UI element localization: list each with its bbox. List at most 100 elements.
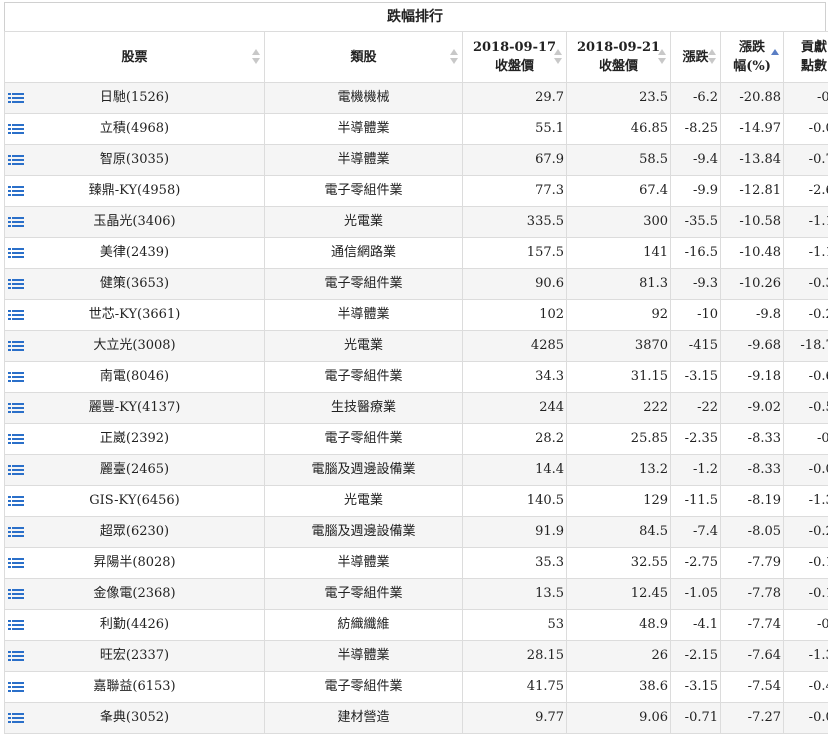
list-icon[interactable] <box>8 465 24 476</box>
cell-stock-name[interactable]: 玉晶光(3406) <box>3 206 266 238</box>
cell-text: -7.54 <box>747 679 782 694</box>
cell-stock-name[interactable]: 日馳(1526) <box>3 82 266 114</box>
table-row[interactable]: GIS-KY(6456) 光電業 140.5 129 -11.5 -8.19 -1.32 <box>3 485 828 517</box>
list-icon[interactable] <box>8 279 24 290</box>
list-icon[interactable] <box>8 217 24 228</box>
list-icon[interactable] <box>8 310 24 321</box>
table-row[interactable]: 利勤(4426) 紡織纖維 53 48.9 -4.1 -7.74 -0.2 <box>3 609 828 641</box>
list-icon[interactable] <box>8 558 24 569</box>
table-body: 日馳(1526) 電機機械 29.7 23.5 -6.2 -20.88 -0.1 立積(496… <box>3 82 828 734</box>
cell-stock-name[interactable]: 旺宏(2337) <box>3 640 266 672</box>
table-row[interactable]: 南電(8046) 電子零組件業 34.3 31.15 -3.15 -9.18 -0.69 <box>3 361 828 393</box>
list-icon[interactable] <box>8 124 24 135</box>
cell-stock-name[interactable]: 美律(2439) <box>3 237 266 269</box>
table-row[interactable]: 日馳(1526) 電機機械 29.7 23.5 -6.2 -20.88 -0.1 <box>3 82 828 114</box>
list-icon[interactable] <box>8 527 24 538</box>
list-icon[interactable] <box>8 248 24 259</box>
cell-stock-name[interactable]: 世芯-KY(3661) <box>3 299 266 331</box>
sort-arrows-icon[interactable] <box>771 49 780 65</box>
table-row[interactable]: 旺宏(2337) 半導體業 28.15 26 -2.15 -7.64 -1.34 <box>3 640 828 672</box>
column-header-change-pct[interactable]: 漲跌 幅(%) <box>720 31 785 83</box>
list-icon[interactable] <box>8 682 24 693</box>
cell-change-pct: -7.79 <box>720 547 785 579</box>
list-icon[interactable] <box>8 620 24 631</box>
cell-text: -10.26 <box>739 276 782 291</box>
table-row[interactable]: 立積(4968) 半導體業 55.1 46.85 -8.25 -14.97 -0.07 <box>3 113 828 145</box>
list-icon[interactable] <box>8 651 24 662</box>
table-row[interactable]: 智原(3035) 半導體業 67.9 58.5 -9.4 -13.84 -0.79 <box>3 144 828 176</box>
table-row[interactable]: 美律(2439) 通信網路業 157.5 141 -16.5 -10.48 -1.12 <box>3 237 828 269</box>
cell-stock-name[interactable]: 正崴(2392) <box>3 423 266 455</box>
cell-stock-name[interactable]: 智原(3035) <box>3 144 266 176</box>
column-header-change[interactable]: 漲跌 <box>670 31 722 83</box>
cell-stock-name[interactable]: 利勤(4426) <box>3 609 266 641</box>
cell-stock-name[interactable]: 南電(8046) <box>3 361 266 393</box>
cell-change-pct: -10.58 <box>720 206 785 238</box>
cell-text: 電子零組件業 <box>324 586 403 601</box>
cell-category: 半導體業 <box>264 113 464 145</box>
table-row[interactable]: 世芯-KY(3661) 半導體業 102 92 -10 -9.8 -0.21 <box>3 299 828 331</box>
sort-arrows-icon[interactable] <box>450 49 459 65</box>
cell-stock-name[interactable]: 立積(4968) <box>3 113 266 145</box>
cell-text: 35.3 <box>535 555 565 570</box>
column-header-contribution-points[interactable]: 貢獻 點數 <box>783 31 828 83</box>
sort-arrows-icon[interactable] <box>252 49 261 65</box>
table-row[interactable]: 健策(3653) 電子零組件業 90.6 81.3 -9.3 -10.26 -0.34 <box>3 268 828 300</box>
cell-close-0917: 244 <box>462 392 568 424</box>
cell-stock-name[interactable]: 夆典(3052) <box>3 702 266 734</box>
cell-text: -8.05 <box>747 524 782 539</box>
cell-stock-name[interactable]: 大立光(3008) <box>3 330 266 362</box>
header-row: 股票 類股 2018-09-17 收盤價 2018-09-21 收盤價 漲跌 漲跌 幅(%… <box>3 31 828 83</box>
table-row[interactable]: 正崴(2392) 電子零組件業 28.2 25.85 -2.35 -8.33 -0.4 <box>3 423 828 455</box>
list-icon[interactable] <box>8 434 24 445</box>
list-icon[interactable] <box>8 93 24 104</box>
table-row[interactable]: 夆典(3052) 建材營造 9.77 9.06 -0.71 -7.27 -0.06 <box>3 702 828 734</box>
cell-stock-name[interactable]: 嘉聯益(6153) <box>3 671 266 703</box>
cell-text: -3.15 <box>684 369 719 384</box>
cell-stock-name[interactable]: 健策(3653) <box>3 268 266 300</box>
sort-arrows-icon[interactable] <box>658 49 667 65</box>
column-header-close-0917[interactable]: 2018-09-17 收盤價 <box>462 31 568 83</box>
cell-text: 23.5 <box>639 90 669 105</box>
cell-text: 91.9 <box>535 524 565 539</box>
cell-stock-name[interactable]: 臻鼎-KY(4958) <box>3 175 266 207</box>
cell-text: 立積(4968) <box>99 121 170 136</box>
cell-text: -7.74 <box>747 617 782 632</box>
table-row[interactable]: 大立光(3008) 光電業 4285 3870 -415 -9.68 -18.77 <box>3 330 828 362</box>
list-icon[interactable] <box>8 155 24 166</box>
table-row[interactable]: 昇陽半(8028) 半導體業 35.3 32.55 -2.75 -7.79 -0.12 <box>3 547 828 579</box>
cell-text: 旺宏(2337) <box>99 648 170 663</box>
cell-stock-name[interactable]: 金像電(2368) <box>3 578 266 610</box>
table-row[interactable]: 超眾(6230) 電腦及週邊設備業 91.9 84.5 -7.4 -8.05 -0.21 <box>3 516 828 548</box>
column-header-label: 漲跌 幅(%) <box>733 40 771 74</box>
cell-text: -9.18 <box>747 369 782 384</box>
list-icon[interactable] <box>8 372 24 383</box>
sort-arrows-icon[interactable] <box>554 49 563 65</box>
list-icon[interactable] <box>8 341 24 352</box>
cell-stock-name[interactable]: 超眾(6230) <box>3 516 266 548</box>
cell-text: -3.15 <box>684 679 719 694</box>
cell-stock-name[interactable]: 麗豐-KY(4137) <box>3 392 266 424</box>
table-row[interactable]: 臻鼎-KY(4958) 電子零組件業 77.3 67.4 -9.9 -12.81 -2.68 <box>3 175 828 207</box>
table-row[interactable]: 金像電(2368) 電子零組件業 13.5 12.45 -1.05 -7.78 -0.19 <box>3 578 828 610</box>
table-row[interactable]: 麗臺(2465) 電腦及週邊設備業 14.4 13.2 -1.2 -8.33 -0.02 <box>3 454 828 486</box>
list-icon[interactable] <box>8 589 24 600</box>
list-icon[interactable] <box>8 186 24 197</box>
cell-text: -0.21 <box>808 307 828 322</box>
column-header-close-0921[interactable]: 2018-09-21 收盤價 <box>566 31 672 83</box>
cell-stock-name[interactable]: GIS-KY(6456) <box>3 485 266 517</box>
cell-stock-name[interactable]: 麗臺(2465) <box>3 454 266 486</box>
table-row[interactable]: 嘉聯益(6153) 電子零組件業 41.75 38.6 -3.15 -7.54 -0.42 <box>3 671 828 703</box>
cell-text: 電腦及週邊設備業 <box>311 524 416 539</box>
list-icon[interactable] <box>8 713 24 724</box>
cell-stock-name[interactable]: 昇陽半(8028) <box>3 547 266 579</box>
table-row[interactable]: 麗豐-KY(4137) 生技醫療業 244 222 -22 -9.02 -0.58 <box>3 392 828 424</box>
list-icon[interactable] <box>8 403 24 414</box>
cell-text: -2.15 <box>684 648 719 663</box>
cell-close-0921: 129 <box>566 485 672 517</box>
list-icon[interactable] <box>8 496 24 507</box>
table-row[interactable]: 玉晶光(3406) 光電業 335.5 300 -35.5 -10.58 -1.19 <box>3 206 828 238</box>
sort-arrows-icon[interactable] <box>708 49 717 65</box>
column-header-stock[interactable]: 股票 <box>3 31 266 83</box>
column-header-category[interactable]: 類股 <box>264 31 464 83</box>
